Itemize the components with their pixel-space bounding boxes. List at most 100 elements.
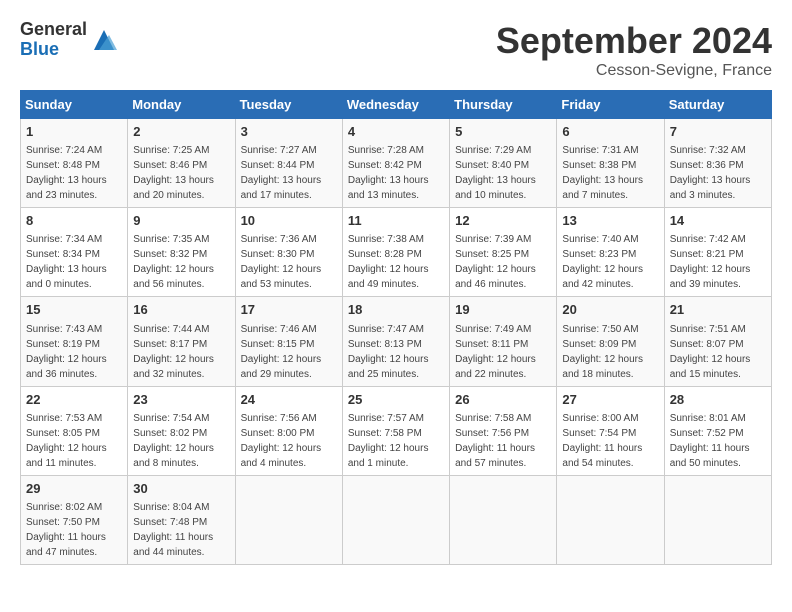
day-info: Sunrise: 7:42 AM Sunset: 8:21 PM Dayligh… <box>670 232 766 292</box>
day-info: Sunrise: 8:02 AM Sunset: 7:50 PM Dayligh… <box>26 500 122 560</box>
table-row: 16 Sunrise: 7:44 AM Sunset: 8:17 PM Dayli… <box>128 297 235 386</box>
day-info: Sunrise: 7:24 AM Sunset: 8:48 PM Dayligh… <box>26 143 122 203</box>
table-row: 4Sunrise: 7:28 AM Sunset: 8:42 PM Daylig… <box>342 119 449 208</box>
day-number: 21 <box>670 301 766 319</box>
table-row: 23 Sunrise: 7:54 AM Sunset: 8:02 PM Dayli… <box>128 386 235 475</box>
day-info: Sunrise: 7:51 AM Sunset: 8:07 PM Dayligh… <box>670 322 766 382</box>
day-number: 19 <box>455 301 551 319</box>
day-info: Sunrise: 7:40 AM Sunset: 8:23 PM Dayligh… <box>562 232 658 292</box>
logo: General Blue <box>20 20 119 60</box>
table-row: 6 Sunrise: 7:31 AM Sunset: 8:38 PM Daylig… <box>557 119 664 208</box>
day-number: 2 <box>133 123 229 141</box>
day-info: Sunrise: 8:04 AM Sunset: 7:48 PM Dayligh… <box>133 500 229 560</box>
logo-icon <box>89 25 119 55</box>
table-row <box>664 475 771 564</box>
logo-general-text: General <box>20 20 87 40</box>
calendar-week-row: 15 Sunrise: 7:43 AM Sunset: 8:19 PM Dayli… <box>21 297 772 386</box>
day-info: Sunrise: 7:46 AM Sunset: 8:15 PM Dayligh… <box>241 322 337 382</box>
day-number: 27 <box>562 391 658 409</box>
table-row: 28 Sunrise: 8:01 AM Sunset: 7:52 PM Dayli… <box>664 386 771 475</box>
col-friday: Friday <box>557 91 664 119</box>
col-monday: Monday <box>128 91 235 119</box>
calendar-week-row: 1 Sunrise: 7:24 AM Sunset: 8:48 PM Daylig… <box>21 119 772 208</box>
day-number: 26 <box>455 391 551 409</box>
day-number: 1 <box>26 123 122 141</box>
table-row: 30 Sunrise: 8:04 AM Sunset: 7:48 PM Dayli… <box>128 475 235 564</box>
location-title: Cesson-Sevigne, France <box>496 62 772 80</box>
day-number: 6 <box>562 123 658 141</box>
table-row: 12Sunrise: 7:39 AM Sunset: 8:25 PM Dayli… <box>450 208 557 297</box>
day-number: 29 <box>26 480 122 498</box>
day-info: Sunrise: 7:39 AM Sunset: 8:25 PM Dayligh… <box>455 232 551 292</box>
day-number: 30 <box>133 480 229 498</box>
table-row <box>557 475 664 564</box>
page-header: General Blue September 2024 Cesson-Sevig… <box>20 20 772 80</box>
day-info: Sunrise: 7:31 AM Sunset: 8:38 PM Dayligh… <box>562 143 658 203</box>
day-number: 9 <box>133 212 229 230</box>
day-info: Sunrise: 7:36 AM Sunset: 8:30 PM Dayligh… <box>241 232 337 292</box>
calendar-week-row: 22Sunrise: 7:53 AM Sunset: 8:05 PM Dayli… <box>21 386 772 475</box>
table-row: 24 Sunrise: 7:56 AM Sunset: 8:00 PM Dayli… <box>235 386 342 475</box>
col-sunday: Sunday <box>21 91 128 119</box>
day-info: Sunrise: 7:44 AM Sunset: 8:17 PM Dayligh… <box>133 322 229 382</box>
day-info: Sunrise: 7:56 AM Sunset: 8:00 PM Dayligh… <box>241 411 337 471</box>
day-number: 22 <box>26 391 122 409</box>
table-row: 9 Sunrise: 7:35 AM Sunset: 8:32 PM Daylig… <box>128 208 235 297</box>
table-row: 19 Sunrise: 7:49 AM Sunset: 8:11 PM Dayli… <box>450 297 557 386</box>
header-row: Sunday Monday Tuesday Wednesday Thursday… <box>21 91 772 119</box>
day-number: 28 <box>670 391 766 409</box>
table-row: 29 Sunrise: 8:02 AM Sunset: 7:50 PM Dayli… <box>21 475 128 564</box>
table-row: 25 Sunrise: 7:57 AM Sunset: 7:58 PM Dayli… <box>342 386 449 475</box>
col-saturday: Saturday <box>664 91 771 119</box>
col-thursday: Thursday <box>450 91 557 119</box>
day-info: Sunrise: 7:35 AM Sunset: 8:32 PM Dayligh… <box>133 232 229 292</box>
table-row: 15 Sunrise: 7:43 AM Sunset: 8:19 PM Dayli… <box>21 297 128 386</box>
day-number: 3 <box>241 123 337 141</box>
table-row: 8 Sunrise: 7:34 AM Sunset: 8:34 PM Daylig… <box>21 208 128 297</box>
day-number: 24 <box>241 391 337 409</box>
day-info: Sunrise: 7:49 AM Sunset: 8:11 PM Dayligh… <box>455 322 551 382</box>
day-info: Sunrise: 8:00 AM Sunset: 7:54 PM Dayligh… <box>562 411 658 471</box>
day-info: Sunrise: 7:34 AM Sunset: 8:34 PM Dayligh… <box>26 232 122 292</box>
day-info: Sunrise: 7:58 AM Sunset: 7:56 PM Dayligh… <box>455 411 551 471</box>
table-row: 3 Sunrise: 7:27 AM Sunset: 8:44 PM Daylig… <box>235 119 342 208</box>
table-row: 22Sunrise: 7:53 AM Sunset: 8:05 PM Dayli… <box>21 386 128 475</box>
day-info: Sunrise: 7:57 AM Sunset: 7:58 PM Dayligh… <box>348 411 444 471</box>
month-title: September 2024 <box>496 20 772 62</box>
table-row: 27 Sunrise: 8:00 AM Sunset: 7:54 PM Dayli… <box>557 386 664 475</box>
title-block: September 2024 Cesson-Sevigne, France <box>496 20 772 80</box>
day-info: Sunrise: 8:01 AM Sunset: 7:52 PM Dayligh… <box>670 411 766 471</box>
logo-blue-text: Blue <box>20 40 87 60</box>
table-row: 13Sunrise: 7:40 AM Sunset: 8:23 PM Dayli… <box>557 208 664 297</box>
table-row: 26 Sunrise: 7:58 AM Sunset: 7:56 PM Dayli… <box>450 386 557 475</box>
day-number: 16 <box>133 301 229 319</box>
day-number: 25 <box>348 391 444 409</box>
day-number: 8 <box>26 212 122 230</box>
day-number: 17 <box>241 301 337 319</box>
day-info: Sunrise: 7:54 AM Sunset: 8:02 PM Dayligh… <box>133 411 229 471</box>
day-info: Sunrise: 7:27 AM Sunset: 8:44 PM Dayligh… <box>241 143 337 203</box>
day-info: Sunrise: 7:47 AM Sunset: 8:13 PM Dayligh… <box>348 322 444 382</box>
col-wednesday: Wednesday <box>342 91 449 119</box>
day-number: 5 <box>455 123 551 141</box>
table-row <box>342 475 449 564</box>
day-info: Sunrise: 7:38 AM Sunset: 8:28 PM Dayligh… <box>348 232 444 292</box>
day-number: 10 <box>241 212 337 230</box>
day-number: 23 <box>133 391 229 409</box>
table-row: 14 Sunrise: 7:42 AM Sunset: 8:21 PM Dayli… <box>664 208 771 297</box>
day-number: 15 <box>26 301 122 319</box>
day-number: 20 <box>562 301 658 319</box>
table-row <box>235 475 342 564</box>
day-info: Sunrise: 7:28 AM Sunset: 8:42 PM Dayligh… <box>348 143 444 203</box>
calendar-week-row: 29 Sunrise: 8:02 AM Sunset: 7:50 PM Dayli… <box>21 475 772 564</box>
day-info: Sunrise: 7:29 AM Sunset: 8:40 PM Dayligh… <box>455 143 551 203</box>
col-tuesday: Tuesday <box>235 91 342 119</box>
day-info: Sunrise: 7:43 AM Sunset: 8:19 PM Dayligh… <box>26 322 122 382</box>
table-row: 5 Sunrise: 7:29 AM Sunset: 8:40 PM Daylig… <box>450 119 557 208</box>
table-row: 11Sunrise: 7:38 AM Sunset: 8:28 PM Dayli… <box>342 208 449 297</box>
day-number: 7 <box>670 123 766 141</box>
table-row: 10 Sunrise: 7:36 AM Sunset: 8:30 PM Dayli… <box>235 208 342 297</box>
table-row: 20 Sunrise: 7:50 AM Sunset: 8:09 PM Dayli… <box>557 297 664 386</box>
day-info: Sunrise: 7:50 AM Sunset: 8:09 PM Dayligh… <box>562 322 658 382</box>
day-number: 14 <box>670 212 766 230</box>
